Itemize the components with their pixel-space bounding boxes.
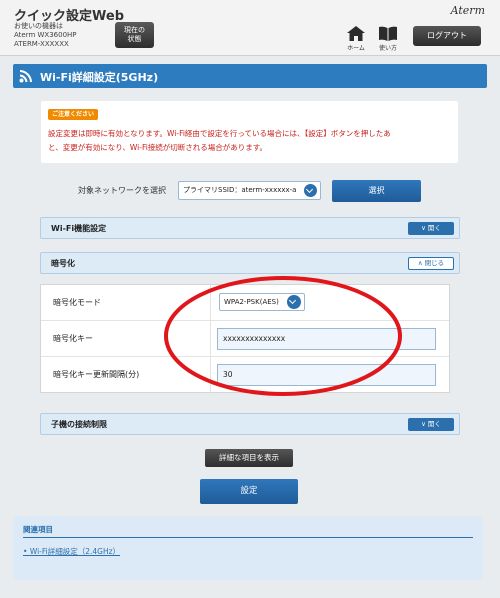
related-link-label: Wi-Fi詳細設定（2.4GHz） xyxy=(29,547,121,556)
section-encryption-label: 暗号化 xyxy=(51,259,75,268)
device-id: ATERM-XXXXXX xyxy=(14,40,69,48)
encryption-close-button[interactable]: ∧ 閉じる xyxy=(408,257,454,270)
related-items-title: 関連項目 xyxy=(23,525,53,534)
device-info-label: お使いの機器は xyxy=(14,22,63,30)
chevron-down-icon: ∨ xyxy=(421,224,428,232)
section-wifi-function[interactable]: Wi-Fi機能設定 ∨ 開く xyxy=(40,217,460,239)
client-limit-open-button[interactable]: ∨ 開く xyxy=(408,418,454,431)
page-title: Wi-Fi詳細設定(5GHz) xyxy=(40,71,159,84)
device-model: Aterm WX3600HP xyxy=(14,31,77,39)
section-encryption[interactable]: 暗号化 ∧ 閉じる xyxy=(40,252,460,274)
notice-box: ご注意ください 設定変更は即時に有効となります。Wi-Fi経由で設定を行っている… xyxy=(40,100,459,164)
notice-line-2: と、変更が有効になり、Wi-Fi接続が切断される場合があります。 xyxy=(48,143,268,152)
show-details-button[interactable]: 詳細な項目を表示 xyxy=(205,449,293,467)
brand-logo: Aterm xyxy=(450,4,485,17)
page-title-bar: Wi-Fi詳細設定(5GHz) xyxy=(13,64,487,88)
network-select-value: プライマリSSID：aterm-xxxxxx-a xyxy=(183,186,297,194)
home-label: ホーム xyxy=(347,45,365,52)
book-icon xyxy=(379,26,397,41)
help-nav[interactable]: 使い方 xyxy=(375,26,401,52)
related-divider xyxy=(23,537,473,538)
key-update-interval-row: 暗号化キー更新間隔(分) 30 xyxy=(41,357,449,393)
chevron-down-icon xyxy=(287,295,301,309)
notice-text: 設定変更は即時に有効となります。Wi-Fi経由で設定を行っている場合には、【設定… xyxy=(48,127,448,155)
encryption-mode-label: 暗号化モード xyxy=(41,285,211,320)
related-link-wifi-24ghz[interactable]: • Wi-Fi詳細設定（2.4GHz） xyxy=(23,546,120,557)
notice-line-1: 設定変更は即時に有効となります。Wi-Fi経由で設定を行っている場合には、【設定… xyxy=(48,129,391,138)
help-label: 使い方 xyxy=(378,45,397,52)
encryption-key-label: 暗号化キー xyxy=(41,321,211,356)
encryption-settings-table: 暗号化モード WPA2-PSK(AES) 暗号化キー xxxxxxxxxxxxx… xyxy=(40,284,450,393)
status-button-line1: 現在の xyxy=(124,26,145,34)
select-network-button[interactable]: 選択 xyxy=(332,180,421,202)
header: クイック設定Web お使いの機器は Aterm WX3600HP ATERM-X… xyxy=(0,0,500,56)
home-icon xyxy=(347,26,365,41)
encryption-key-row: 暗号化キー xxxxxxxxxxxxxx xyxy=(41,321,449,357)
encryption-mode-select[interactable]: WPA2-PSK(AES) xyxy=(219,293,305,311)
chevron-up-icon: ∧ xyxy=(417,259,425,267)
network-select-label: 対象ネットワークを選択 xyxy=(78,186,166,195)
status-button-line2: 状態 xyxy=(127,35,142,43)
network-select[interactable]: プライマリSSID：aterm-xxxxxx-a xyxy=(178,181,321,200)
home-nav[interactable]: ホーム xyxy=(343,26,369,52)
wifi-function-open-button[interactable]: ∨ 開く xyxy=(408,222,454,235)
encryption-mode-row: 暗号化モード WPA2-PSK(AES) xyxy=(41,285,449,321)
chevron-down-icon: ∨ xyxy=(421,420,428,428)
section-client-limit[interactable]: 子機の接続制限 ∨ 開く xyxy=(40,413,460,435)
logout-button[interactable]: ログアウト xyxy=(413,26,481,46)
client-limit-toggle-label: 開く xyxy=(427,420,441,428)
chevron-down-icon xyxy=(304,184,317,197)
section-wifi-function-label: Wi-Fi機能設定 xyxy=(51,224,107,233)
wifi-function-toggle-label: 開く xyxy=(427,224,441,232)
key-update-interval-input[interactable]: 30 xyxy=(217,364,436,386)
apply-button[interactable]: 設定 xyxy=(200,479,298,504)
key-update-interval-label: 暗号化キー更新間隔(分) xyxy=(41,357,211,393)
related-items-panel: 関連項目 • Wi-Fi詳細設定（2.4GHz） xyxy=(13,516,483,580)
notice-badge: ご注意ください xyxy=(48,109,99,120)
bullet-icon: • xyxy=(23,547,30,556)
encryption-mode-value: WPA2-PSK(AES) xyxy=(224,298,279,306)
encryption-toggle-label: 閉じる xyxy=(424,259,445,267)
encryption-key-input[interactable]: xxxxxxxxxxxxxx xyxy=(217,328,436,350)
wifi-icon xyxy=(19,70,32,83)
section-client-limit-label: 子機の接続制限 xyxy=(51,420,107,429)
current-status-button[interactable]: 現在の 状態 xyxy=(115,22,154,48)
